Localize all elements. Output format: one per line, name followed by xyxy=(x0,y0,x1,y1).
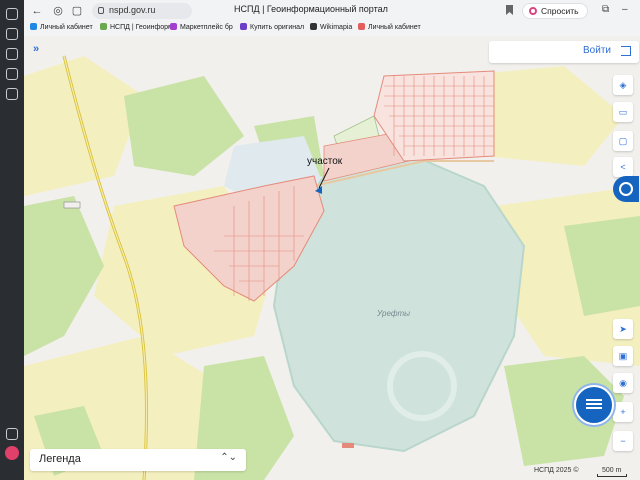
bookmark-item[interactable]: Маркетплейс бр xyxy=(170,23,233,31)
browser-toolbar: ← ◎ ▢ nspd.gov.ru НСПД | Геоинформационн… xyxy=(24,0,640,22)
lake-label: Урефты xyxy=(377,309,411,318)
bookmark-item[interactable]: Купить оригинал xyxy=(240,23,304,31)
page-title: НСПД | Геоинформационный портал xyxy=(234,4,388,14)
zoom-in-icon[interactable]: + xyxy=(613,402,633,422)
address-bar[interactable]: nspd.gov.ru xyxy=(92,3,192,19)
tabs-icon[interactable]: ⧉ xyxy=(602,4,609,15)
locate-icon[interactable]: ➤ xyxy=(613,319,633,339)
favicon-icon xyxy=(240,23,247,30)
reader-icon[interactable]: ▢ xyxy=(70,4,84,18)
bookmark-label: Купить оригинал xyxy=(250,24,305,31)
lock-icon xyxy=(98,7,104,14)
print-icon[interactable]: ▢ xyxy=(613,131,633,151)
scale-bar xyxy=(597,474,627,477)
bookmark-item[interactable]: НСПД | Геоинформ xyxy=(100,23,173,31)
share-icon[interactable]: < xyxy=(613,157,633,177)
expand-panel-icon[interactable]: » xyxy=(28,41,44,57)
bookmark-item[interactable]: Wikimapia xyxy=(310,23,352,31)
legend-label: Легенда xyxy=(39,453,81,465)
favicon-icon xyxy=(310,23,317,30)
layers-icon[interactable]: ◈ xyxy=(613,75,633,95)
bookmark-label: Маркетплейс бр xyxy=(180,24,233,31)
bookmark-label: Личный кабинет xyxy=(40,24,93,31)
copyright: НСПД 2025 © xyxy=(534,467,579,474)
bookmark-label: Wikimapia xyxy=(320,24,353,31)
screen-icon[interactable]: ▣ xyxy=(613,346,633,366)
map-canvas[interactable]: участок Урефты » Войти ◈ ▭ ▢ < ➤ ▣ ◉ + −… xyxy=(24,36,640,480)
ruler-icon[interactable]: ▭ xyxy=(613,102,633,122)
avatar[interactable] xyxy=(5,446,19,460)
app-icon[interactable] xyxy=(6,8,18,20)
login-icon xyxy=(621,46,631,56)
bookmark-icon[interactable] xyxy=(506,5,513,15)
browser-chrome: ← ◎ ▢ nspd.gov.ru НСПД | Геоинформационн… xyxy=(24,0,640,37)
add-icon[interactable] xyxy=(6,428,18,440)
search-location-icon[interactable]: ◉ xyxy=(613,373,633,393)
favicon-icon xyxy=(170,23,177,30)
zoom-out-icon[interactable]: − xyxy=(613,431,633,451)
login-bar[interactable]: Войти xyxy=(489,41,639,63)
os-sidebar xyxy=(0,0,24,480)
chat-icon xyxy=(586,399,602,401)
app-icon[interactable] xyxy=(6,68,18,80)
favicon-icon xyxy=(30,23,37,30)
favicon-icon xyxy=(100,23,107,30)
url-text: nspd.gov.ru xyxy=(109,5,156,15)
scale-label: 500 m xyxy=(602,467,622,474)
shield-icon[interactable]: ◎ xyxy=(51,4,65,18)
plot-label: участок xyxy=(307,156,343,167)
login-label: Войти xyxy=(583,45,611,56)
bookmark-label: НСПД | Геоинформ xyxy=(110,24,173,31)
map-layer xyxy=(24,36,640,480)
minimize-icon[interactable]: – xyxy=(622,4,628,15)
legend-dropdown[interactable]: Легенда ⌃⌄ xyxy=(30,449,246,471)
assistant-tab[interactable] xyxy=(613,176,639,202)
chevron-updown-icon: ⌃⌄ xyxy=(220,452,237,463)
bookmarks-bar: Личный кабинет НСПД | Геоинформ Маркетпл… xyxy=(24,22,640,35)
chat-button[interactable] xyxy=(574,385,614,425)
favicon-icon xyxy=(358,23,365,30)
assistant-icon xyxy=(619,182,633,196)
app-icon[interactable] xyxy=(6,28,18,40)
watermark xyxy=(387,351,457,421)
assistant-icon xyxy=(529,7,537,15)
bookmark-item[interactable]: Личный кабинет xyxy=(30,23,93,31)
ask-button[interactable]: Спросить xyxy=(522,3,588,19)
bookmark-item[interactable]: Личный кабинет xyxy=(358,23,421,31)
ask-button-label: Спросить xyxy=(541,6,579,16)
app-icon[interactable] xyxy=(6,88,18,100)
back-icon[interactable]: ← xyxy=(30,4,44,18)
bookmark-label: Личный кабинет xyxy=(368,24,421,31)
app-icon[interactable] xyxy=(6,48,18,60)
